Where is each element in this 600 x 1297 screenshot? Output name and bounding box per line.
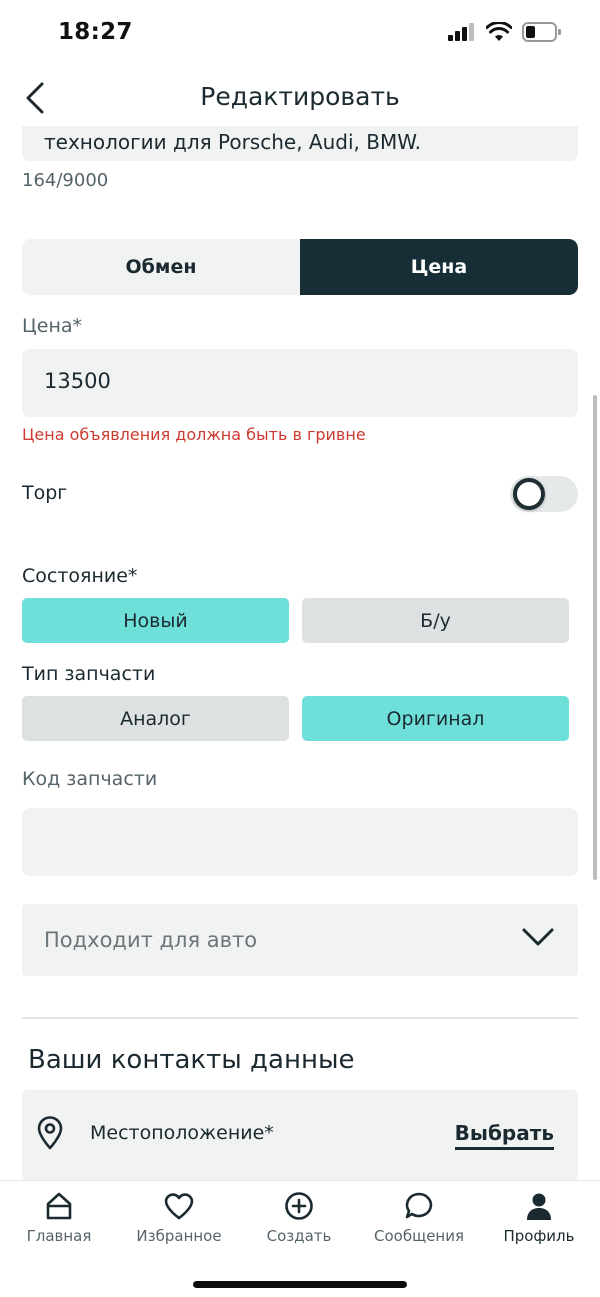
nav-create-label: Создать xyxy=(266,1227,332,1245)
user-icon xyxy=(527,1193,551,1220)
part-code-label: Код запчасти xyxy=(22,768,158,790)
nav-home-label: Главная xyxy=(26,1227,92,1245)
condition-new-button[interactable]: Новый xyxy=(22,598,289,643)
price-value: 13500 xyxy=(44,369,111,393)
tab-exchange[interactable]: Обмен xyxy=(22,239,300,295)
tab-price[interactable]: Цена xyxy=(300,239,578,295)
condition-label: Состояние* xyxy=(22,565,138,587)
character-counter: 164/9000 xyxy=(22,170,109,191)
part-type-original-button[interactable]: Оригинал xyxy=(302,696,569,741)
nav-messages[interactable]: Сообщения xyxy=(364,1191,474,1245)
chevron-down-icon xyxy=(522,928,554,946)
form-content[interactable]: технологии для Porsche, Audi, BMW. 164/9… xyxy=(0,70,600,1180)
heart-icon xyxy=(164,1193,194,1220)
contacts-section-title: Ваши контакты данные xyxy=(28,1045,355,1075)
plus-circle-icon xyxy=(285,1192,313,1220)
header: Редактировать xyxy=(0,70,600,126)
toggle-knob xyxy=(513,478,545,510)
page-title: Редактировать xyxy=(200,82,400,111)
status-bar: 18:27 xyxy=(0,0,600,70)
nav-profile-label: Профиль xyxy=(503,1227,575,1245)
scrollbar[interactable] xyxy=(593,395,597,880)
nav-favorites[interactable]: Избранное xyxy=(124,1191,234,1245)
chat-icon xyxy=(405,1192,433,1219)
price-label: Цена* xyxy=(22,315,83,337)
bargain-label: Торг xyxy=(22,482,68,504)
wifi-icon xyxy=(486,22,512,41)
part-code-input[interactable] xyxy=(22,808,578,876)
price-error: Цена объявления должна быть в гривне xyxy=(22,425,366,444)
condition-used-button[interactable]: Б/у xyxy=(302,598,569,643)
home-icon xyxy=(46,1192,72,1220)
battery-icon xyxy=(522,22,561,42)
nav-profile[interactable]: Профиль xyxy=(484,1191,594,1245)
bargain-toggle[interactable] xyxy=(510,476,578,512)
part-type-label: Тип запчасти xyxy=(22,663,156,685)
location-row[interactable]: Местоположение* Выбрать xyxy=(22,1090,578,1180)
fits-car-dropdown[interactable]: Подходит для авто xyxy=(22,904,578,976)
fits-car-placeholder: Подходит для авто xyxy=(44,928,258,952)
status-time: 18:27 xyxy=(58,19,133,45)
deal-type-switch[interactable]: Обмен Цена xyxy=(22,239,578,295)
nav-messages-label: Сообщения xyxy=(373,1227,464,1245)
divider xyxy=(22,1017,578,1019)
nav-favorites-label: Избранное xyxy=(136,1227,222,1245)
nav-create[interactable]: Создать xyxy=(244,1191,354,1245)
part-type-analog-button[interactable]: Аналог xyxy=(22,696,289,741)
choose-location-link[interactable]: Выбрать xyxy=(454,1121,554,1150)
signal-icon xyxy=(448,23,474,41)
location-pin-icon xyxy=(37,1116,63,1150)
bottom-nav: Главная Избранное Создать Сообщения Проф… xyxy=(0,1180,600,1297)
location-label: Местоположение* xyxy=(90,1122,274,1144)
price-input[interactable]: 13500 xyxy=(22,349,578,417)
nav-home[interactable]: Главная xyxy=(4,1191,114,1245)
description-text: технологии для Porsche, Audi, BMW. xyxy=(44,130,422,154)
status-icons xyxy=(448,22,562,42)
home-indicator[interactable] xyxy=(193,1281,407,1288)
